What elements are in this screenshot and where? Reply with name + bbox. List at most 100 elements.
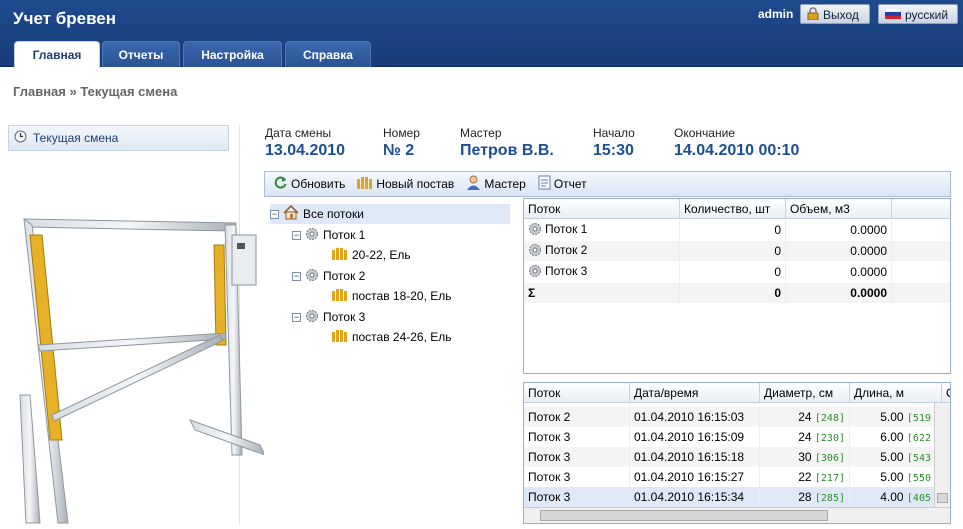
document-icon bbox=[538, 175, 551, 193]
new-setup-label: Новый постав bbox=[376, 177, 455, 191]
user-icon bbox=[466, 175, 481, 193]
cell-diameter-raw: [248] bbox=[814, 413, 845, 424]
shift-date-value: 13.04.2010 bbox=[265, 142, 346, 159]
table-row[interactable]: Поток 3 0 0.0000 bbox=[524, 262, 950, 282]
gear-icon bbox=[528, 264, 542, 282]
cell-datetime: 01.04.2010 16:15:18 bbox=[630, 447, 760, 467]
tab-help[interactable]: Справка bbox=[285, 41, 371, 67]
app-header: Учет бревен admin Выход русский Главная … bbox=[0, 0, 963, 68]
language-button[interactable]: русский bbox=[878, 4, 958, 24]
column-header-datetime[interactable]: Дата/время bbox=[630, 383, 760, 403]
cell-stream: Поток 3 bbox=[545, 264, 588, 278]
master-label: Мастер bbox=[460, 126, 502, 140]
shift-number-value: № 2 bbox=[383, 142, 415, 159]
tree-node-label: Все потоки bbox=[303, 207, 364, 221]
vertical-scrollbar[interactable] bbox=[934, 403, 950, 507]
language-label: русский bbox=[905, 8, 949, 22]
refresh-button[interactable]: Обновить bbox=[273, 175, 345, 193]
tree-node-label: Поток 2 bbox=[323, 269, 366, 283]
master-button[interactable]: Мастер bbox=[466, 175, 526, 193]
collapse-icon[interactable]: − bbox=[292, 230, 301, 240]
column-header-volume[interactable]: Объем, м3 bbox=[786, 199, 892, 219]
tab-main[interactable]: Главная bbox=[14, 41, 100, 68]
gear-icon bbox=[528, 222, 542, 240]
column-header-count[interactable]: Количество, шт bbox=[680, 199, 786, 219]
cell-diameter: 30 bbox=[798, 450, 812, 464]
cell-volume: 0.0000 bbox=[786, 262, 892, 282]
tab-reports[interactable]: Отчеты bbox=[102, 41, 180, 67]
cell-length-raw: [550 bbox=[906, 473, 931, 484]
tree-node-setup-3[interactable]: постав 24-26, Ель bbox=[332, 327, 452, 347]
cell-diameter-raw: [306] bbox=[814, 453, 845, 464]
logs-icon bbox=[332, 288, 348, 304]
summary-grid: Поток Количество, шт Объем, м3 Поток 1 0… bbox=[523, 198, 951, 374]
cell-datetime: 01.04.2010 16:15:27 bbox=[630, 467, 760, 487]
cell-volume: 0.0000 bbox=[786, 241, 892, 261]
summary-grid-header: Поток Количество, шт Объем, м3 bbox=[524, 199, 950, 219]
shift-date-label: Дата смены bbox=[265, 126, 332, 140]
tree-node-label: постав 24-26, Ель bbox=[352, 330, 452, 344]
cell-diameter: 24 bbox=[798, 410, 812, 424]
tree-node-all-streams[interactable]: − Все потоки bbox=[270, 204, 510, 224]
table-row-selected[interactable]: Поток 3 01.04.2010 16:15:34 28 [285] 4.0… bbox=[524, 487, 936, 507]
cell-length-raw: [543 bbox=[906, 453, 931, 464]
cell-length-raw: [519 bbox=[906, 413, 931, 424]
app-title: Учет бревен bbox=[13, 9, 117, 28]
tree-node-setup-2[interactable]: постав 18-20, Ель bbox=[332, 286, 452, 306]
tree-node-setup-1[interactable]: 20-22, Ель bbox=[332, 245, 411, 265]
totals-row: Σ 0 0.0000 bbox=[524, 283, 950, 303]
logs-icon bbox=[332, 329, 348, 345]
table-row[interactable]: Поток 3 01.04.2010 16:15:18 30 [306] 5.0… bbox=[524, 447, 936, 467]
column-header-diameter[interactable]: Диаметр, см bbox=[760, 383, 850, 403]
scroll-thumb[interactable] bbox=[540, 510, 828, 521]
table-row[interactable]: Поток 3 01.04.2010 16:15:09 24 [230] 6.0… bbox=[524, 427, 936, 447]
nav-item-current-shift[interactable]: Текущая смена bbox=[8, 125, 229, 151]
master-value: Петров В.В. bbox=[460, 142, 554, 159]
gear-icon bbox=[528, 243, 542, 261]
collapse-icon[interactable]: − bbox=[292, 271, 301, 281]
logout-button[interactable]: Выход bbox=[800, 4, 870, 24]
report-button[interactable]: Отчет bbox=[538, 175, 587, 193]
table-row[interactable]: Поток 2 01.04.2010 16:15:03 24 [248] 5.0… bbox=[524, 407, 936, 427]
cell-length-raw: [622 bbox=[906, 433, 931, 444]
start-label: Начало bbox=[593, 126, 635, 140]
gear-icon bbox=[305, 227, 319, 244]
tree-node-stream-3[interactable]: − Поток 3 bbox=[292, 307, 365, 327]
column-header-extra[interactable]: С bbox=[942, 383, 950, 403]
scroll-thumb[interactable] bbox=[937, 493, 948, 503]
cell-length-raw: [405 bbox=[906, 493, 931, 504]
cell-stream: Поток 3 bbox=[524, 427, 630, 447]
tab-settings[interactable]: Настройка bbox=[183, 41, 282, 67]
cell-stream: Поток 2 bbox=[545, 243, 588, 257]
cell-count: 0 bbox=[680, 220, 786, 240]
collapse-icon[interactable]: − bbox=[270, 209, 279, 219]
home-icon bbox=[283, 204, 299, 223]
column-header-stream[interactable]: Поток bbox=[524, 383, 630, 403]
new-setup-button[interactable]: Новый постав bbox=[357, 176, 454, 193]
sum-symbol: Σ bbox=[524, 283, 680, 303]
cell-count: 0 bbox=[680, 241, 786, 261]
total-count: 0 bbox=[680, 283, 786, 303]
gear-icon bbox=[305, 268, 319, 285]
table-row[interactable]: Поток 1 0 0.0000 bbox=[524, 220, 950, 240]
cell-diameter: 28 bbox=[798, 490, 812, 504]
master-label: Мастер bbox=[484, 177, 526, 191]
cell-length: 4.00 bbox=[880, 490, 904, 504]
horizontal-scrollbar[interactable] bbox=[524, 507, 950, 523]
collapse-icon[interactable]: − bbox=[292, 312, 301, 322]
cell-stream: Поток 1 bbox=[545, 222, 588, 236]
end-value: 14.04.2010 00:10 bbox=[674, 142, 800, 159]
cell-length: 5.00 bbox=[880, 450, 904, 464]
report-label: Отчет bbox=[553, 177, 587, 191]
shift-number-label: Номер bbox=[383, 126, 420, 140]
column-header-length[interactable]: Длина, м bbox=[850, 383, 942, 403]
cell-stream: Поток 2 bbox=[524, 407, 630, 427]
table-row[interactable]: Поток 3 01.04.2010 16:15:27 22 [217] 5.0… bbox=[524, 467, 936, 487]
table-row[interactable]: Поток 2 0 0.0000 bbox=[524, 241, 950, 261]
tree-node-stream-2[interactable]: − Поток 2 bbox=[292, 266, 365, 286]
log-scanner-frame-image bbox=[10, 205, 270, 525]
gear-icon bbox=[305, 309, 319, 326]
cell-datetime: 01.04.2010 16:15:09 bbox=[630, 427, 760, 447]
column-header-stream[interactable]: Поток bbox=[524, 199, 680, 219]
tree-node-stream-1[interactable]: − Поток 1 bbox=[292, 225, 365, 245]
